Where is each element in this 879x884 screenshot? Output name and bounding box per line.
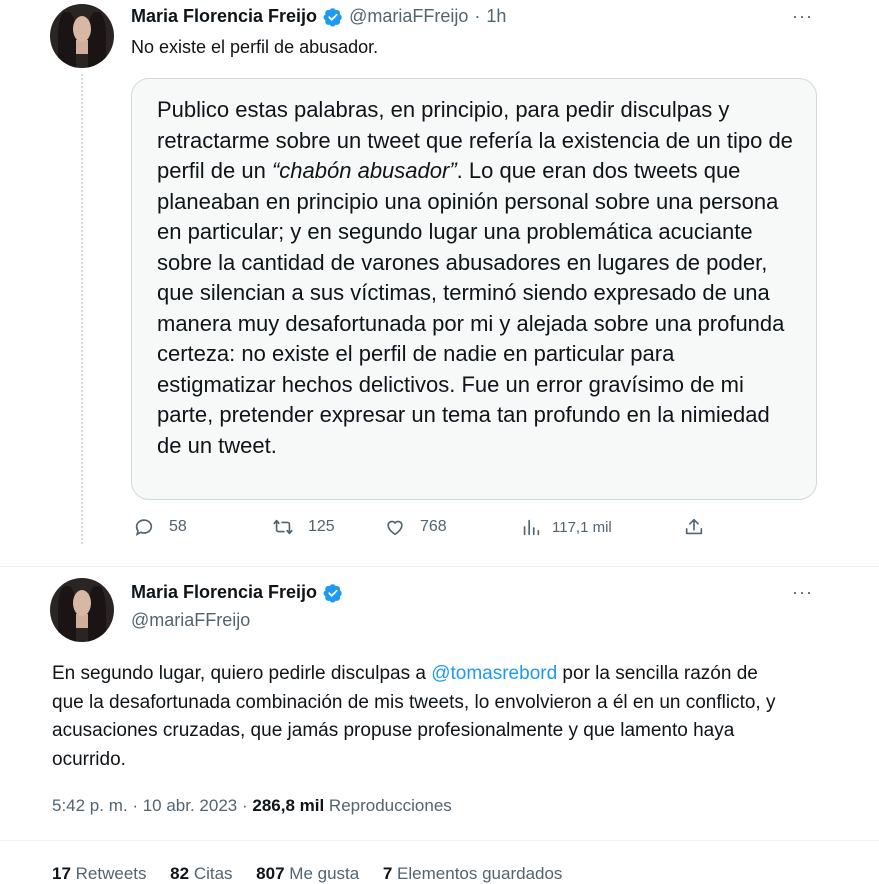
tweet-divider [0,566,879,567]
views-count: 117,1 mil [552,518,612,536]
share-action[interactable] [683,516,705,538]
author-avatar[interactable] [50,578,114,642]
retweet-action[interactable]: 125 [272,516,335,538]
quoted-text: Publico estas palabras, en principio, pa… [157,97,793,458]
author-name[interactable]: Maria Florencia Freijo [131,6,317,27]
quoted-card[interactable]: Publico estas palabras, en principio, pa… [131,78,817,500]
retweet-icon [273,519,293,535]
likes-stat[interactable]: 807 Me gusta [256,864,359,883]
views-label: Reproducciones [328,796,452,815]
tweet-timestamp[interactable]: 5:42 p. m. · 10 abr. 2023 · [52,796,248,815]
views-total: 286,8 mil [252,796,325,815]
views-action[interactable]: 117,1 mil [520,516,612,538]
stats-divider [0,840,879,841]
verified-badge-icon [323,7,342,26]
share-icon [685,518,703,535]
like-count: 768 [420,518,447,535]
views-icon [523,519,540,536]
tweet-text: No existe el perfil de abusador. [131,37,379,57]
thread-connector [81,74,85,544]
verified-badge-icon [323,583,342,602]
author-name[interactable]: Maria Florencia Freijo [131,582,317,603]
bookmarks-stat[interactable]: 7 Elementos guardados [383,864,563,883]
retweet-count: 125 [308,518,335,535]
author-handle[interactable]: @mariaFFreijo [131,610,250,631]
header-separator: · [474,6,481,26]
quotes-stat[interactable]: 82 Citas [170,864,232,883]
tweet-header: Maria Florencia Freijo [131,582,343,603]
tweet-time[interactable]: 1h [486,6,506,27]
more-icon[interactable]: ··· [792,6,813,27]
more-icon[interactable]: ··· [792,582,813,603]
tweet-header: Maria Florencia Freijo @mariaFFreijo · 1… [131,6,506,27]
reply-action[interactable]: 58 [133,516,187,538]
tweet-stats: 17 Retweets 82 Citas 807 Me gusta 7 Elem… [52,864,562,884]
author-handle[interactable]: @mariaFFreijo [349,6,468,27]
tweet-meta: 5:42 p. m. · 10 abr. 2023 · 286,8 mil Re… [52,796,452,816]
reply-count: 58 [169,518,187,535]
mention-link[interactable]: @tomasrebord [431,663,557,684]
reply-icon [135,519,153,536]
author-avatar[interactable] [50,4,114,68]
like-icon [387,520,403,536]
tweet-text: En segundo lugar, quiero pedirle disculp… [52,663,776,770]
retweets-stat[interactable]: 17 Retweets [52,864,147,883]
like-action[interactable]: 768 [384,516,447,538]
